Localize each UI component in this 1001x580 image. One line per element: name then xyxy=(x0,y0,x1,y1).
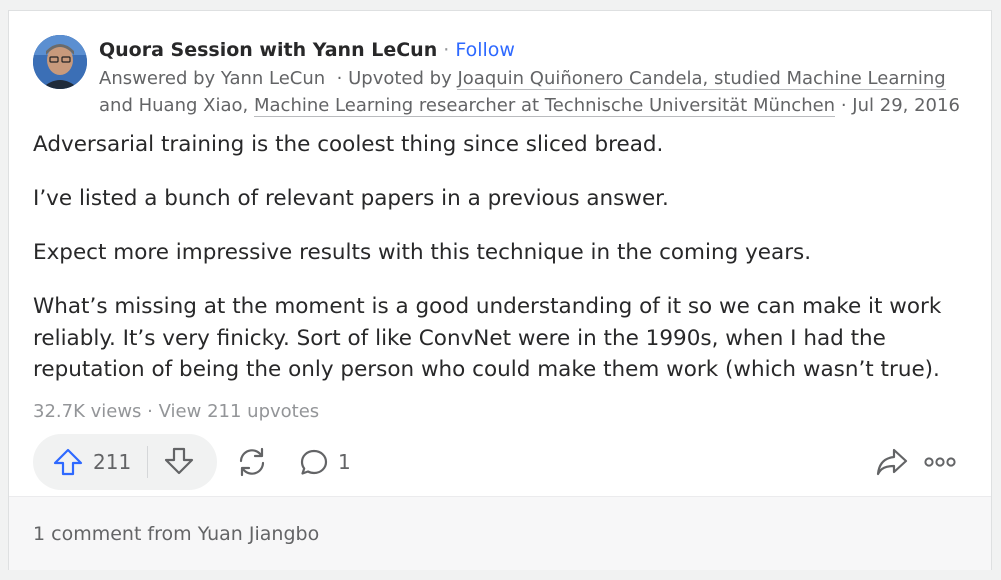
vote-pill: 211 xyxy=(33,434,217,490)
separator: · xyxy=(147,401,153,422)
upvote-button[interactable]: 211 xyxy=(33,434,147,490)
separator: · xyxy=(336,68,343,89)
separator: · xyxy=(840,95,847,116)
vote-divider xyxy=(147,446,148,478)
author-name[interactable]: Quora Session with Yann LeCun xyxy=(99,39,437,61)
views-count: 32.7K views xyxy=(33,401,142,422)
answer-paragraph: Adversarial training is the coolest thin… xyxy=(33,132,664,157)
more-icon xyxy=(923,452,957,472)
answered-by[interactable]: Answered by Yann LeCun xyxy=(99,68,325,89)
answer-paragraph: I’ve listed a bunch of relevant papers i… xyxy=(33,186,669,211)
comment-icon xyxy=(299,448,329,476)
answer-body: Adversarial training is the coolest thin… xyxy=(33,129,978,408)
author-line: Quora Session with Yann LeCun · Follow xyxy=(99,35,979,65)
avatar[interactable] xyxy=(33,35,87,89)
comments-bar[interactable]: 1 comment from Yuan Jiangbo xyxy=(9,496,991,570)
separator: · xyxy=(443,39,450,61)
answer-meta: Answered by Yann LeCun · Upvoted by Joaq… xyxy=(99,65,979,119)
answer-header: Quora Session with Yann LeCun · Follow A… xyxy=(99,35,979,119)
answer-card: Quora Session with Yann LeCun · Follow A… xyxy=(8,10,992,570)
view-upvotes-link[interactable]: View 211 upvotes xyxy=(159,401,320,422)
comments-summary[interactable]: 1 comment from Yuan Jiangbo xyxy=(33,519,319,549)
share-button[interactable] xyxy=(235,447,269,477)
upvoted-prefix: Upvoted by xyxy=(348,68,452,89)
upvoter-credential-link[interactable]: Machine Learning researcher at Technisch… xyxy=(253,95,836,117)
share-icon xyxy=(235,447,269,477)
more-button[interactable] xyxy=(923,452,957,472)
upvoter-name-link[interactable]: Huang Xiao, xyxy=(139,95,249,116)
downvote-button[interactable] xyxy=(164,447,194,475)
comment-button[interactable] xyxy=(299,448,329,476)
upvote-count: 211 xyxy=(93,450,132,474)
upvoter-link[interactable]: Joaquin Quiñonero Candela, studied Machi… xyxy=(457,68,946,90)
and-word: and xyxy=(99,95,133,116)
answer-stats: 32.7K views · View 211 upvotes xyxy=(33,399,319,425)
answer-paragraph: What’s missing at the moment is a good u… xyxy=(33,294,942,382)
answer-date[interactable]: Jul 29, 2016 xyxy=(852,95,960,116)
downvote-icon xyxy=(164,447,194,475)
follow-button[interactable]: Follow xyxy=(455,39,515,61)
forward-icon xyxy=(875,447,909,477)
comment-count[interactable]: 1 xyxy=(338,448,351,476)
forward-button[interactable] xyxy=(875,447,909,477)
answer-paragraph: Expect more impressive results with this… xyxy=(33,240,812,265)
